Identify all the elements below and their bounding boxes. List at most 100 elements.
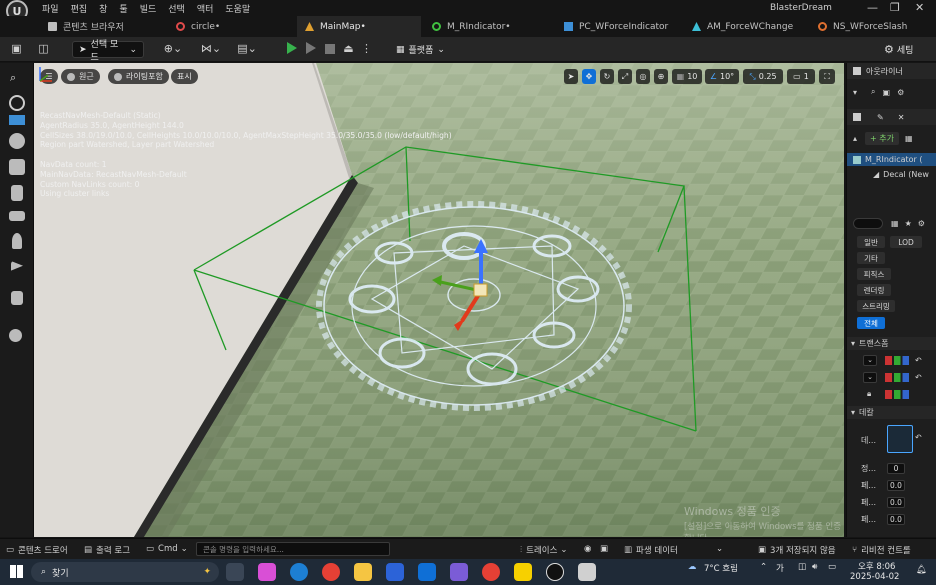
filter-general[interactable]: 일반 [857,236,885,248]
select-tool-icon[interactable]: ➤ [564,69,578,84]
settings-button[interactable]: ⚙ 세팅 [878,41,919,58]
menu-select[interactable]: 선택 [168,2,185,15]
filter-misc[interactable]: 기타 [857,252,885,264]
record-icon[interactable]: ◉ [584,544,591,554]
light-icon[interactable] [9,133,25,149]
menu-actor[interactable]: 액터 [197,2,214,15]
derived-data-button[interactable]: ▥ 파생 데이터 [624,544,678,556]
menu-build[interactable]: 빌드 [140,2,157,15]
pin-icon[interactable]: ▴ [853,134,857,143]
filter-icon[interactable]: ▾ [853,88,857,97]
cinematics-icon[interactable]: ▤⌄ [236,43,258,55]
tab-m-rindicator[interactable]: M_RIndicator• [424,16,558,37]
maximize-viewport-icon[interactable]: ⛶ [819,69,835,84]
save-icon[interactable]: ▣ [10,43,23,55]
reset-icon[interactable]: ↶ [915,433,922,442]
xyz-fields[interactable] [885,372,909,382]
camera-icon[interactable] [9,211,25,221]
rotate-tool-icon[interactable]: ↻ [600,69,614,84]
filter-streaming[interactable]: 스트리밍 [857,300,895,312]
minimize-button[interactable]: — [867,1,878,14]
translate-tool-icon[interactable]: ✥ [582,69,596,84]
scale-tool-icon[interactable]: ⤢ [618,69,632,84]
material-thumbnail[interactable] [887,425,913,453]
step-button[interactable] [306,42,316,54]
property-field[interactable]: 0.0 [887,496,905,508]
reset-icon[interactable]: ↶ [915,356,922,365]
edge-icon[interactable] [290,563,308,581]
volume-icon[interactable]: 🔊︎ [812,562,817,572]
content-drawer-button[interactable]: ▭ 콘텐츠 드로어 [6,544,68,556]
windows-start-icon[interactable] [10,565,23,578]
rotation-dropdown[interactable]: ⌄ [863,371,877,383]
close-icon[interactable]: ✕ [898,113,905,122]
copilot-icon[interactable] [258,563,276,581]
outliner-title[interactable]: 아웃라이너 [866,66,903,77]
tab-am-forcewchange[interactable]: AM_ForceWChange [684,16,812,37]
chrome-profile-icon[interactable] [482,563,500,581]
filter-physics[interactable]: 피직스 [857,268,891,280]
details-search-input[interactable] [853,217,883,229]
menu-edit[interactable]: 편집 [71,2,88,15]
show-flags-button[interactable]: 표시 [171,69,198,84]
discord-icon[interactable] [450,563,468,581]
grid-snap-button[interactable]: ▦ 10 [672,69,702,84]
weather-label[interactable]: 7°C 흐림 [704,562,738,574]
camera-speed-button[interactable]: ▭ 1 [787,69,815,84]
source-control-button[interactable]: ⑂ 리비전 컨트롤 [852,544,911,556]
location-dropdown[interactable]: ⌄ [863,354,877,366]
select-mode-dropdown[interactable]: ➤ 선택 모드 ⌄ [72,40,144,63]
tab-ns-wforceslash[interactable]: NS_WForceSlash [810,16,936,37]
unsaved-assets-button[interactable]: ▣ 3개 저장되지 않음 [758,544,836,556]
chrome-icon[interactable] [322,563,340,581]
clock-date[interactable]: 2025-04-02 [850,572,899,582]
pawn-icon[interactable] [11,185,23,201]
star-icon[interactable]: ★ [905,219,912,228]
audio-icon[interactable] [11,291,23,305]
lock-icon[interactable]: 🔒︎ [867,389,871,399]
lit-mode-button[interactable]: 라이팅포함 [108,69,169,84]
property-field[interactable]: 0.0 [887,479,905,491]
output-log-button[interactable]: ▤ 출력 로그 [84,544,130,556]
cmd-dropdown[interactable]: ▭ Cmd ⌄ [146,544,188,554]
browse-icon[interactable]: ◫ [37,43,50,55]
selected-tool-icon[interactable] [9,115,25,125]
sphere-icon[interactable] [9,329,22,342]
scale-snap-button[interactable]: ⤡ 0.25 [743,69,783,84]
task-view-icon[interactable] [226,563,244,581]
filter-all[interactable]: 전체 [857,317,885,329]
reset-icon[interactable]: ↶ [915,373,922,382]
edit-icon[interactable]: ✎ [877,113,884,122]
notification-bell-icon[interactable]: 🔔︎ [916,565,927,575]
search-icon[interactable]: ⌕ [10,71,16,85]
console-command-input[interactable]: 콘솔 명령을 입력하세요... [196,542,390,556]
menu-window[interactable]: 창 [99,2,107,15]
language-icon[interactable]: 가 [776,562,784,574]
tray-chevron-icon[interactable]: ⌃ [760,562,767,572]
xyz-fields[interactable] [885,355,909,365]
eject-icon[interactable]: ⏏ [342,43,355,55]
transform-section-header[interactable]: ▾ 트랜스폼 [847,337,936,350]
coordinate-space-icon[interactable]: ◎ [636,69,650,84]
xyz-fields[interactable] [885,389,909,399]
kakaotalk-icon[interactable] [514,563,532,581]
perspective-button[interactable]: 원근 [61,69,100,84]
menu-file[interactable]: 파일 [42,2,59,15]
property-field[interactable]: 0.0 [887,513,905,525]
add-component-button[interactable]: + 추가 [865,131,899,145]
platforms-dropdown[interactable]: ▦ 플랫폼 ⌄ [390,41,451,58]
level-viewport[interactable]: ☰ 원근 라이팅포함 표시 ➤ ✥ ↻ ⤢ ◎ ⊕ ▦ 10 ∠ 10° ⤡ 0… [34,63,844,537]
tab-circle[interactable]: circle• [168,16,294,37]
property-field[interactable]: 0 [887,462,905,474]
menu-tools[interactable]: 툴 [119,2,127,15]
trace-button[interactable]: ⫶ 트레이스 ⌄ [520,544,568,556]
taskbar-search[interactable]: ⌕ 찾기 ✦ [31,562,219,582]
play-button[interactable] [287,42,297,54]
gear-icon[interactable]: ⚙ [918,219,925,228]
file-explorer-icon[interactable] [354,563,372,581]
network-icon[interactable]: ◫ [798,562,806,572]
flag-icon[interactable] [11,261,23,271]
maximize-button[interactable]: ❐ [890,1,900,14]
app-icon[interactable] [578,563,596,581]
more-options-icon[interactable]: ⋮ [360,43,373,55]
